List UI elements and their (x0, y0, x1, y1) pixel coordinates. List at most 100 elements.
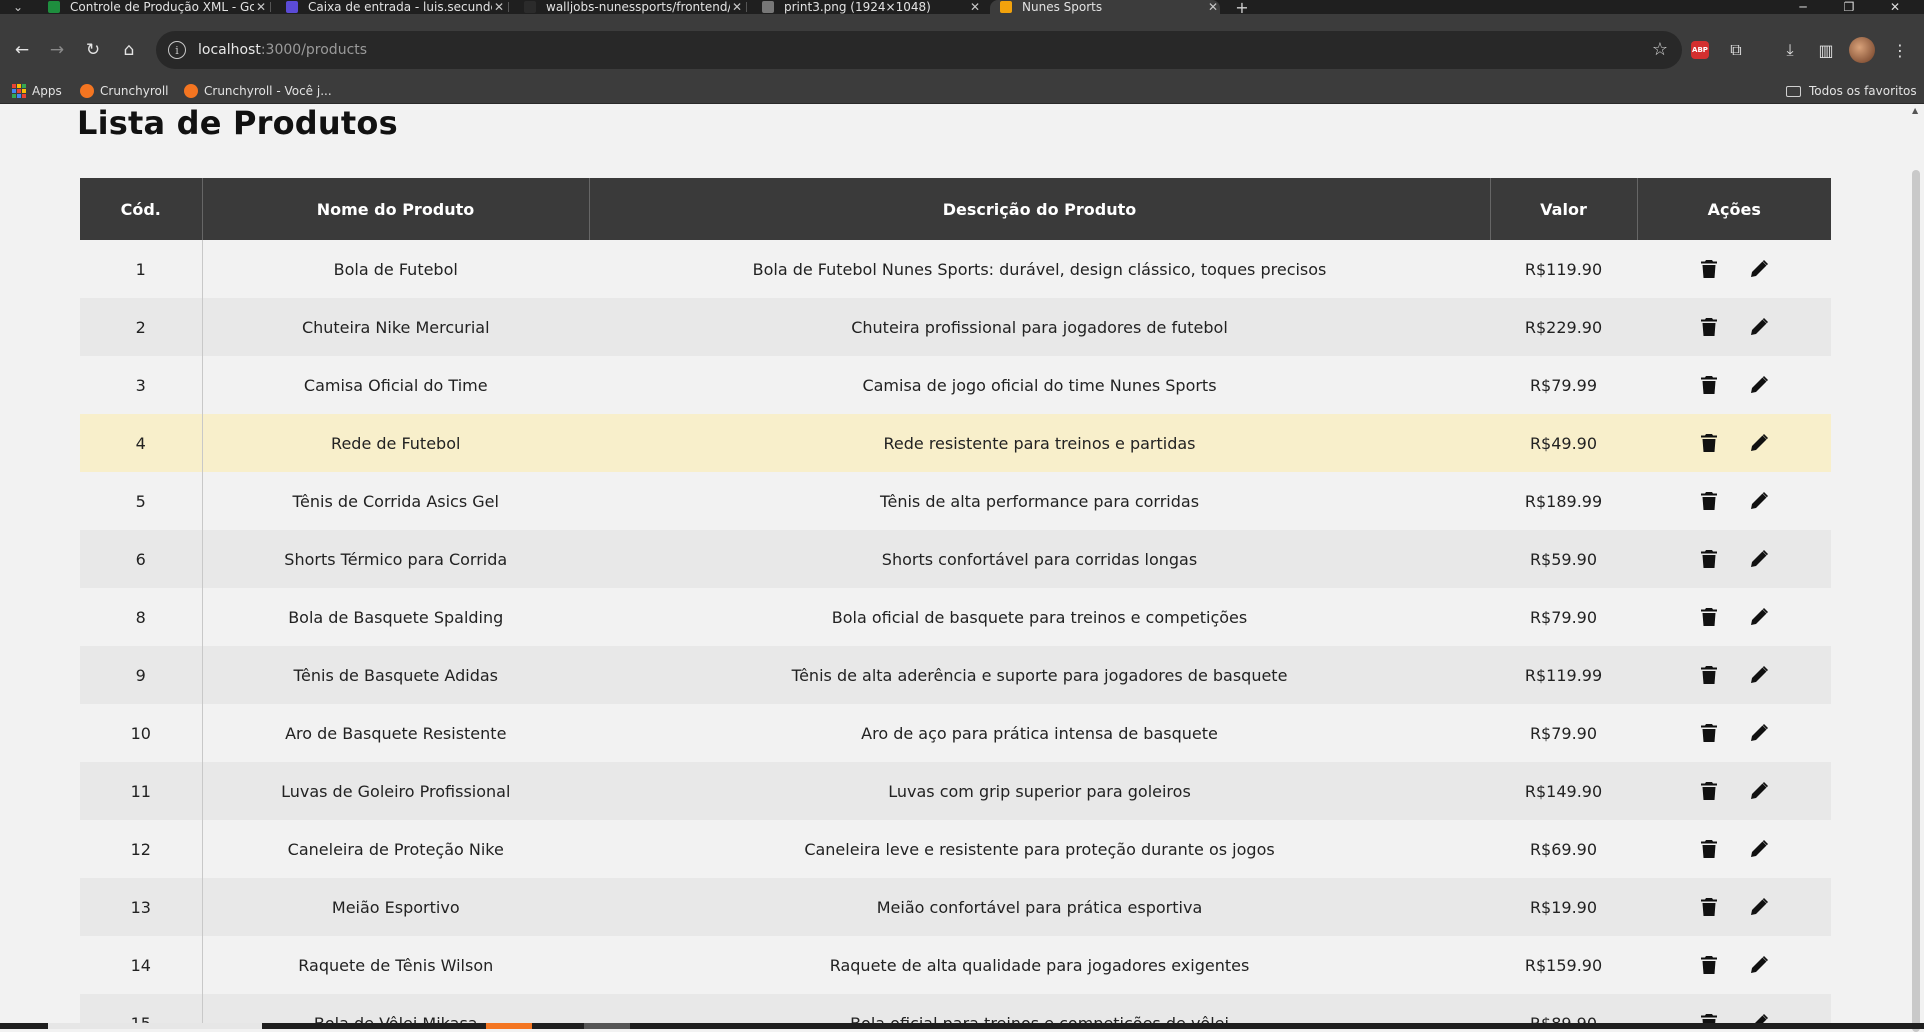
close-tab-icon[interactable]: ✕ (492, 0, 506, 14)
trash-icon[interactable] (1699, 317, 1719, 337)
pencil-icon[interactable] (1749, 839, 1769, 859)
site-info-icon[interactable]: i (168, 41, 186, 59)
table-row[interactable]: 11 Luvas de Goleiro Profissional Luvas com… (80, 762, 1831, 820)
row-actions (1637, 839, 1831, 859)
extensions-icon[interactable]: ⧉ (1722, 36, 1750, 64)
table-row[interactable]: 9 Tênis de Basquete Adidas Tênis de alta a… (80, 646, 1831, 704)
trash-icon[interactable] (1699, 607, 1719, 627)
home-icon[interactable]: ⌂ (113, 34, 145, 66)
trash-icon[interactable] (1699, 665, 1719, 685)
cell-valor: R$49.90 (1490, 414, 1637, 472)
close-tab-icon[interactable]: ✕ (254, 0, 268, 14)
table-row[interactable]: 13 Meião Esportivo Meião confortável para … (80, 878, 1831, 936)
pencil-icon[interactable] (1749, 781, 1769, 801)
pencil-icon[interactable] (1749, 549, 1769, 569)
pencil-icon[interactable] (1749, 259, 1769, 279)
cell-cod: 8 (80, 588, 203, 646)
all-bookmarks-folder[interactable]: Todos os favoritos (1786, 82, 1917, 100)
pencil-icon[interactable] (1749, 723, 1769, 743)
cell-nome: Chuteira Nike Mercurial (202, 298, 589, 356)
cell-nome: Raquete de Tênis Wilson (202, 936, 589, 994)
row-actions (1637, 259, 1831, 279)
trash-icon[interactable] (1699, 491, 1719, 511)
profile-avatar[interactable] (1848, 36, 1876, 64)
menu-kebab-icon[interactable]: ⋮ (1886, 36, 1914, 64)
bookmark-star-icon[interactable]: ☆ (1652, 39, 1668, 60)
url-text[interactable]: localhost:3000/products (198, 42, 367, 58)
crunchyroll-icon (80, 84, 94, 98)
table-row[interactable]: 4 Rede de Futebol Rede resistente para tre… (80, 414, 1831, 472)
pencil-icon[interactable] (1749, 665, 1769, 685)
cell-nome: Tênis de Basquete Adidas (202, 646, 589, 704)
table-row[interactable]: 12 Caneleira de Proteção Nike Caneleira le… (80, 820, 1831, 878)
downloads-icon[interactable]: ⤓ (1776, 36, 1804, 64)
close-window-icon[interactable]: ✕ (1872, 0, 1918, 14)
cell-acoes (1637, 588, 1831, 646)
pencil-icon[interactable] (1749, 955, 1769, 975)
trash-icon[interactable] (1699, 375, 1719, 395)
forward-icon[interactable]: → (41, 34, 73, 66)
address-bar[interactable]: i localhost:3000/products ☆ (156, 31, 1682, 69)
tab-strip: ⌄ Controle de Produção XML - Gc ✕ Caixa … (0, 0, 1924, 14)
tab-4[interactable]: print3.png (1924×1048) ✕ (754, 0, 982, 14)
cell-acoes (1637, 298, 1831, 356)
scrollbar-thumb[interactable] (1912, 170, 1920, 1032)
cell-descricao: Bola de Futebol Nunes Sports: durável, d… (589, 240, 1490, 298)
cell-nome: Bola de Basquete Spalding (202, 588, 589, 646)
trash-icon[interactable] (1699, 955, 1719, 975)
page-title: Lista de Produtos (77, 104, 398, 142)
side-panel-icon[interactable]: ▥ (1812, 36, 1840, 64)
table-row[interactable]: 5 Tênis de Corrida Asics Gel Tênis de alta… (80, 472, 1831, 530)
new-tab-icon[interactable]: + (1228, 0, 1256, 14)
tab-5-active[interactable]: Nunes Sports ✕ (990, 0, 1220, 14)
pencil-icon[interactable] (1749, 317, 1769, 337)
row-actions (1637, 723, 1831, 743)
bookmark-crunchyroll[interactable]: Crunchyroll (80, 82, 169, 100)
cell-acoes (1637, 820, 1831, 878)
url-host: localhost (198, 42, 261, 58)
scroll-up-arrow-icon[interactable]: ▲ (1912, 106, 1918, 115)
table-row[interactable]: 2 Chuteira Nike Mercurial Chuteira profiss… (80, 298, 1831, 356)
pencil-icon[interactable] (1749, 897, 1769, 917)
page-scrollbar[interactable]: ▲ (1908, 104, 1924, 1032)
pencil-icon[interactable] (1749, 491, 1769, 511)
restore-icon[interactable]: ❐ (1826, 0, 1872, 14)
cell-acoes (1637, 530, 1831, 588)
tab-3[interactable]: walljobs-nunessports/frontend/ ✕ (516, 0, 744, 14)
pencil-icon[interactable] (1749, 433, 1769, 453)
cell-descricao: Raquete de alta qualidade para jogadores… (589, 936, 1490, 994)
bookmark-crunchyroll-2[interactable]: Crunchyroll - Você j... (184, 82, 332, 100)
tab-search-icon[interactable]: ⌄ (4, 0, 32, 14)
trash-icon[interactable] (1699, 897, 1719, 917)
table-row[interactable]: 8 Bola de Basquete Spalding Bola oficial d… (80, 588, 1831, 646)
cell-descricao: Rede resistente para treinos e partidas (589, 414, 1490, 472)
back-icon[interactable]: ← (6, 34, 38, 66)
adblock-extension-icon[interactable]: ABP (1686, 36, 1714, 64)
close-tab-icon[interactable]: ✕ (968, 0, 982, 14)
trash-icon[interactable] (1699, 549, 1719, 569)
trash-icon[interactable] (1699, 839, 1719, 859)
trash-icon[interactable] (1699, 723, 1719, 743)
close-tab-icon[interactable]: ✕ (730, 0, 744, 14)
pencil-icon[interactable] (1749, 607, 1769, 627)
reload-icon[interactable]: ↻ (77, 34, 109, 66)
table-row[interactable]: 10 Aro de Basquete Resistente Aro de aço p… (80, 704, 1831, 762)
table-row[interactable]: 1 Bola de Futebol Bola de Futebol Nunes Sp… (80, 240, 1831, 298)
cell-valor: R$79.90 (1490, 588, 1637, 646)
tab-2[interactable]: Caixa de entrada - luis.secunde ✕ (278, 0, 506, 14)
trash-icon[interactable] (1699, 433, 1719, 453)
table-row[interactable]: 3 Camisa Oficial do Time Camisa de jogo of… (80, 356, 1831, 414)
table-row[interactable]: 14 Raquete de Tênis Wilson Raquete de alta… (80, 936, 1831, 994)
minimize-icon[interactable]: ─ (1780, 0, 1826, 14)
table-row[interactable]: 6 Shorts Térmico para Corrida Shorts confo… (80, 530, 1831, 588)
cell-descricao: Caneleira leve e resistente para proteçã… (589, 820, 1490, 878)
close-tab-icon[interactable]: ✕ (1206, 0, 1220, 14)
trash-icon[interactable] (1699, 259, 1719, 279)
tab-1[interactable]: Controle de Produção XML - Gc ✕ (40, 0, 268, 14)
taskbar-segment (486, 1023, 532, 1029)
trash-icon[interactable] (1699, 781, 1719, 801)
pencil-icon[interactable] (1749, 375, 1769, 395)
cell-valor: R$229.90 (1490, 298, 1637, 356)
bookmark-apps[interactable]: Apps (12, 82, 62, 100)
cell-valor: R$119.99 (1490, 646, 1637, 704)
